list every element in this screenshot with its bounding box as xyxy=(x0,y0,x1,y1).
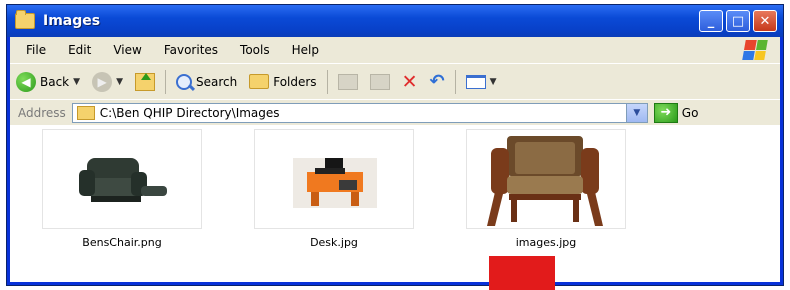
address-input[interactable]: C:\Ben QHIP Directory\Images ▼ xyxy=(71,102,648,123)
explorer-window: Images _ □ ✕ File Edit View Favorites To… xyxy=(6,4,784,286)
menu-favorites[interactable]: Favorites xyxy=(153,43,229,57)
menu-bar: File Edit View Favorites Tools Help xyxy=(10,37,780,63)
forward-button[interactable]: ▶ ▼ xyxy=(86,71,129,92)
search-icon xyxy=(175,73,192,90)
go-label: Go xyxy=(681,105,699,120)
folders-icon xyxy=(249,74,270,89)
red-overlay-block xyxy=(489,256,555,290)
file-item[interactable]: images.jpg xyxy=(466,129,626,249)
folders-button[interactable]: Folders xyxy=(243,74,322,89)
wooden-armchair-thumbnail[interactable] xyxy=(466,129,626,229)
move-to-icon xyxy=(337,73,358,90)
address-folder-icon xyxy=(76,105,95,120)
folders-label: Folders xyxy=(273,74,317,89)
views-button[interactable]: ▼ xyxy=(460,74,503,89)
delete-button[interactable]: ✕ xyxy=(396,71,424,93)
views-icon xyxy=(465,74,486,89)
toolbar-separator xyxy=(326,69,328,94)
go-button[interactable]: ➜ Go xyxy=(653,102,699,123)
back-dropdown-icon[interactable]: ▼ xyxy=(73,77,80,87)
back-button[interactable]: ◀ Back ▼ xyxy=(10,71,86,92)
file-name: images.jpg xyxy=(515,236,577,249)
forward-dropdown-icon[interactable]: ▼ xyxy=(116,77,123,87)
maximize-button[interactable]: □ xyxy=(726,10,750,32)
forward-arrow-icon: ▶ xyxy=(92,71,113,92)
title-bar[interactable]: Images _ □ ✕ xyxy=(7,5,783,37)
undo-button[interactable]: ↶ xyxy=(423,71,450,92)
views-dropdown-icon[interactable]: ▼ xyxy=(490,77,497,87)
windows-logo-icon xyxy=(742,40,768,60)
undo-icon: ↶ xyxy=(429,71,445,92)
copy-to-button[interactable] xyxy=(364,73,396,90)
address-path: C:\Ben QHIP Directory\Images xyxy=(99,105,280,120)
file-name: BensChair.png xyxy=(82,236,162,249)
address-dropdown-icon[interactable]: ▼ xyxy=(625,103,647,122)
file-item[interactable]: BensChair.png xyxy=(42,129,202,249)
recliner-chair-thumbnail[interactable] xyxy=(42,129,202,229)
up-folder-icon xyxy=(134,72,155,91)
menu-view[interactable]: View xyxy=(102,43,152,57)
minimize-button[interactable]: _ xyxy=(699,10,723,32)
toolbar-separator xyxy=(454,69,456,94)
menu-tools[interactable]: Tools xyxy=(229,43,281,57)
address-bar: Address C:\Ben QHIP Directory\Images ▼ ➜… xyxy=(10,99,780,125)
go-arrow-icon: ➜ xyxy=(653,102,678,123)
copy-to-icon xyxy=(369,73,390,90)
window-title: Images xyxy=(43,13,101,29)
back-label: Back xyxy=(40,74,70,89)
desk-thumbnail[interactable] xyxy=(254,129,414,229)
toolbar-separator xyxy=(164,69,166,94)
menu-file[interactable]: File xyxy=(10,43,57,57)
window-controls: _ □ ✕ xyxy=(699,10,777,32)
folder-icon xyxy=(15,10,35,29)
file-name: Desk.jpg xyxy=(310,236,358,249)
close-button[interactable]: ✕ xyxy=(753,10,777,32)
delete-x-icon: ✕ xyxy=(401,70,418,93)
back-arrow-icon: ◀ xyxy=(16,71,36,92)
menu-edit[interactable]: Edit xyxy=(57,43,102,57)
search-button[interactable]: Search xyxy=(170,73,243,90)
menu-help[interactable]: Help xyxy=(281,43,330,57)
move-to-button[interactable] xyxy=(332,73,364,90)
up-folder-button[interactable] xyxy=(129,72,161,91)
file-list-view: BensChair.png Desk.jpg images.jpg xyxy=(10,125,780,282)
file-item[interactable]: Desk.jpg xyxy=(254,129,414,249)
search-label: Search xyxy=(195,74,238,89)
standard-toolbar: ◀ Back ▼ ▶ ▼ Search Folders ✕ ↶ ▼ xyxy=(10,63,780,99)
address-label: Address xyxy=(18,105,66,120)
